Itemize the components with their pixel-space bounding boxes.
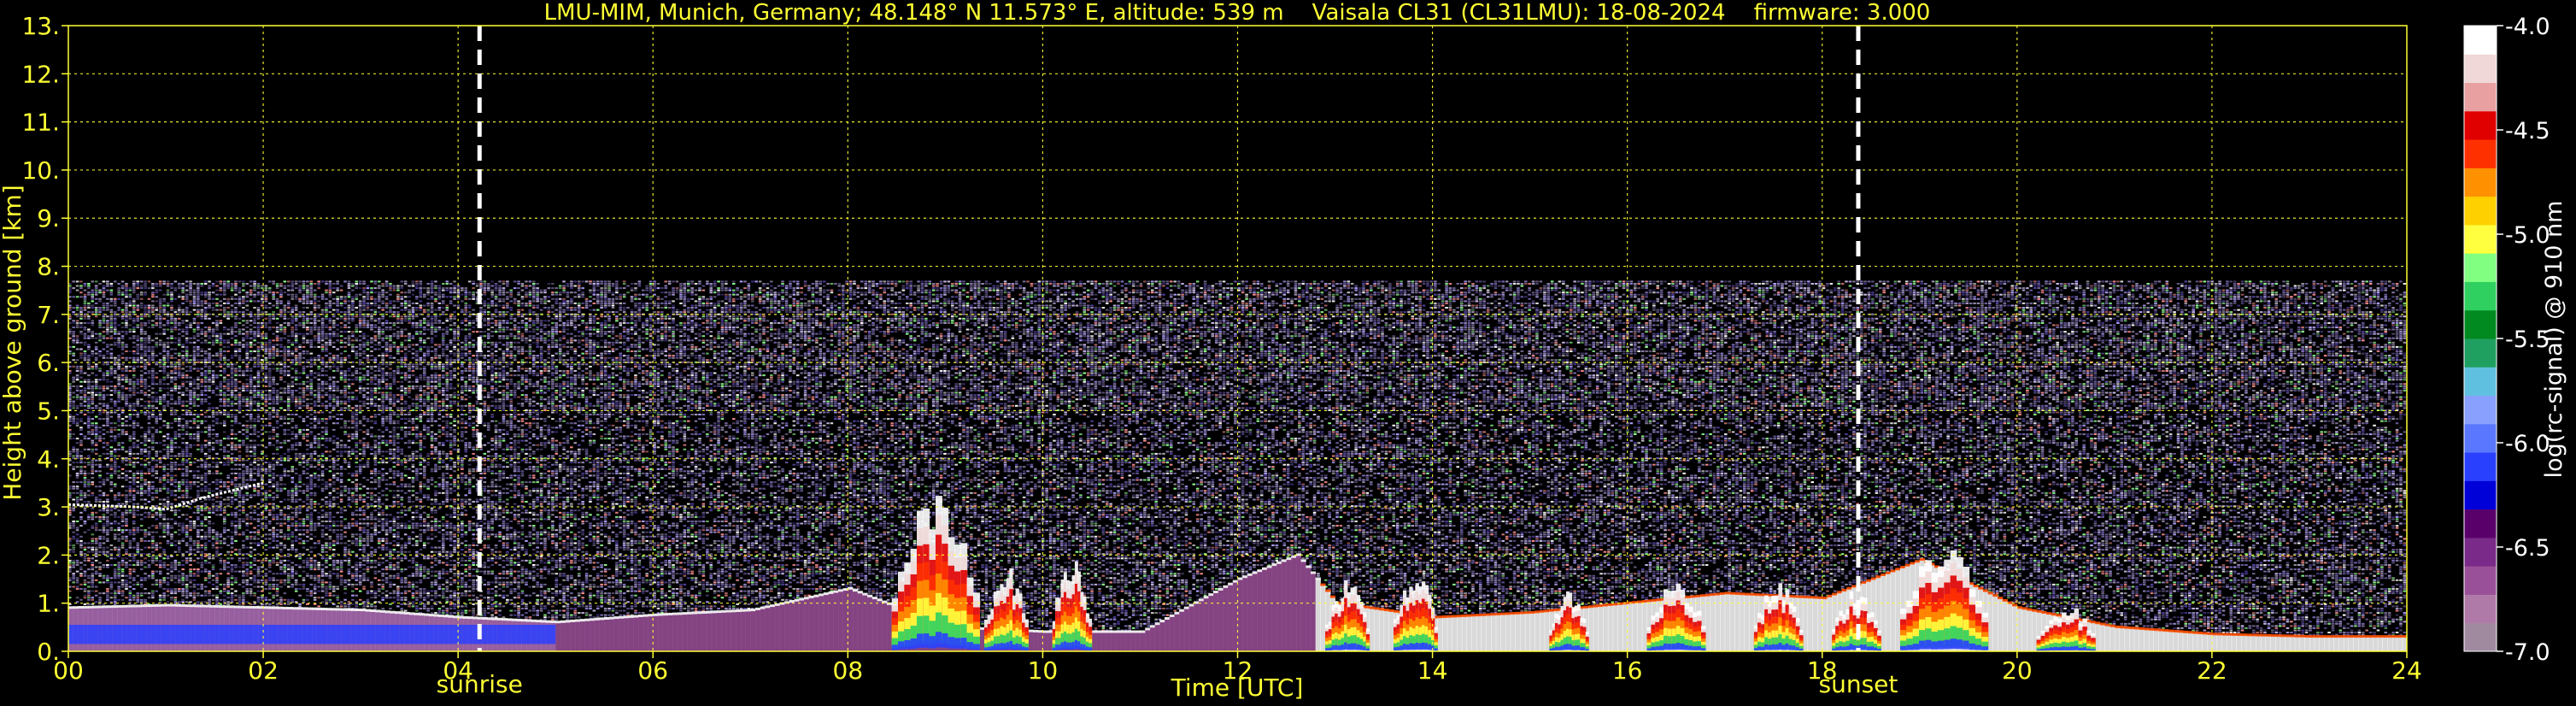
- chart-title: LMU-MIM, Munich, Germany; 48.148° N 11.5…: [544, 0, 1931, 26]
- colorbar-tick-label: -4.5: [2505, 118, 2550, 144]
- x-tick-label: 14: [1417, 656, 1448, 685]
- colorbar-swatch: [2464, 54, 2497, 83]
- colorbar-swatch: [2464, 310, 2497, 339]
- x-tick-label: 20: [2002, 656, 2033, 685]
- x-axis-label: Time [UTC]: [1171, 674, 1304, 702]
- colorbar-swatch: [2464, 225, 2497, 254]
- x-tick-label: 22: [2197, 656, 2227, 685]
- x-tick-label: 18: [1807, 656, 1838, 685]
- colorbar-swatch: [2464, 396, 2497, 425]
- x-tick-label: 24: [2391, 656, 2422, 685]
- x-tick-label: 06: [637, 656, 668, 685]
- colorbar-swatch: [2464, 509, 2497, 538]
- y-axis-label: Height above ground [km]: [0, 185, 26, 501]
- colorbar-swatch: [2464, 566, 2497, 595]
- y-tick-label: 5.: [37, 397, 60, 425]
- colorbar-swatch: [2464, 480, 2497, 509]
- x-tick-label: 02: [248, 656, 279, 685]
- colorbar-swatch: [2464, 281, 2497, 310]
- y-tick-label: 8.: [37, 253, 60, 281]
- colorbar-tick-label: -4.0: [2505, 14, 2550, 40]
- colorbar-tick-label: -7.0: [2505, 639, 2550, 666]
- colorbar-swatch: [2464, 26, 2497, 55]
- colorbar-swatch: [2464, 168, 2497, 197]
- x-tick-label: 08: [833, 656, 864, 685]
- colorbar-tick-label: -6.5: [2505, 535, 2550, 562]
- ceilometer-chart: sunrise sunset 00 02 04 06 08 10 12 14 16 18 20 22 24…: [0, 0, 2576, 706]
- colorbar-swatch: [2464, 367, 2497, 396]
- y-tick-label: 0.: [37, 638, 60, 666]
- y-tick-label: 12.: [21, 60, 60, 88]
- x-tick-label: 10: [1028, 656, 1059, 685]
- y-tick-label: 13.: [21, 12, 60, 40]
- colorbar-swatch: [2464, 452, 2497, 481]
- y-tick-label: 4.: [37, 445, 60, 474]
- colorbar-swatch: [2464, 338, 2497, 368]
- colorbar-swatch: [2464, 538, 2497, 567]
- x-tick-label: 16: [1612, 656, 1643, 685]
- colorbar-swatch: [2464, 197, 2497, 226]
- colorbar-swatch: [2464, 424, 2497, 453]
- colorbar-swatch: [2464, 594, 2497, 623]
- colorbar-swatch: [2464, 139, 2497, 168]
- x-tick-label: 04: [443, 656, 473, 685]
- y-tick-label: 1.: [37, 590, 60, 618]
- colorbar-label: log(rc-signal) @ 910 nm: [2541, 201, 2567, 479]
- y-tick-label: 3.: [37, 493, 60, 521]
- colorbar-swatch: [2464, 111, 2497, 140]
- y-tick-label: 2.: [37, 541, 60, 569]
- colorbar-swatch: [2464, 623, 2497, 652]
- y-tick-label: 9.: [37, 204, 60, 232]
- y-tick-label: 6.: [37, 349, 60, 377]
- y-tick-label: 7.: [37, 301, 60, 329]
- y-tick-label: 10.: [21, 156, 60, 185]
- colorbar-swatch: [2464, 83, 2497, 112]
- y-tick-label: 11.: [21, 109, 60, 137]
- colorbar-swatch: [2464, 253, 2497, 282]
